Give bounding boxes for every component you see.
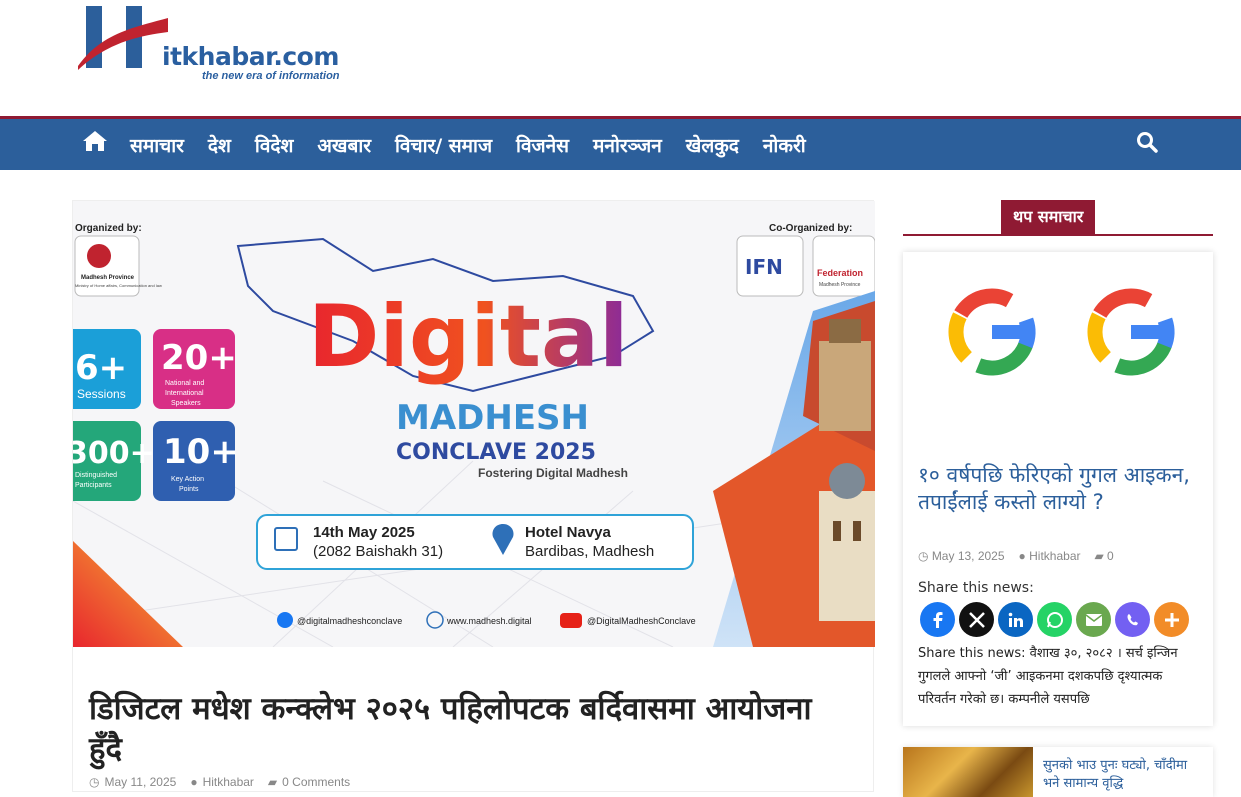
viber-icon bbox=[1127, 613, 1138, 625]
related-news-item[interactable]: सुनको भाउ पुनः घट्यो, चाँदीमा भने सामान्… bbox=[903, 747, 1213, 797]
site-header: itkhabar.com the new era of information bbox=[0, 0, 1241, 118]
svg-text:Madhesh Province: Madhesh Province bbox=[81, 275, 135, 281]
svg-text:@DigitalMadheshConclave: @DigitalMadheshConclave bbox=[587, 616, 696, 626]
nav-item-jobs[interactable]: नोकरी bbox=[763, 132, 806, 158]
nav-item-opinion[interactable]: विचार/ समाज bbox=[395, 132, 492, 158]
sidebar-heading: थप समाचार bbox=[1001, 200, 1096, 234]
x-share-button[interactable] bbox=[959, 602, 994, 637]
svg-text:Sessions: Sessions bbox=[77, 387, 126, 401]
card-excerpt: Share this news: वैशाख ३०, २०८२ । सर्च इ… bbox=[918, 646, 1178, 707]
viber-share-button[interactable] bbox=[1115, 602, 1150, 637]
nav-menu: समाचार देश विदेश अखबार विचार/ समाज विजने… bbox=[130, 119, 830, 170]
linkedin-share-button[interactable] bbox=[998, 602, 1033, 637]
svg-text:www.madhesh.digital: www.madhesh.digital bbox=[446, 616, 532, 626]
logo-h-mark bbox=[78, 6, 168, 70]
article-date: ◷ May 11, 2025 bbox=[89, 775, 177, 789]
x-icon bbox=[968, 611, 985, 628]
home-icon[interactable] bbox=[82, 129, 110, 155]
conclave-banner: Digital MADHESH CONCLAVE 2025 Fostering … bbox=[73, 223, 875, 647]
comment-icon: ▰ bbox=[267, 775, 278, 789]
svg-text:Speakers: Speakers bbox=[171, 400, 201, 407]
svg-text:MADHESH: MADHESH bbox=[396, 398, 589, 438]
stat-label-speakers: National and bbox=[165, 380, 204, 387]
svg-text:6+: 6+ bbox=[75, 348, 127, 388]
svg-text:CONCLAVE 2025: CONCLAVE 2025 bbox=[396, 440, 596, 465]
card-date: ◷ May 13, 2025 bbox=[918, 549, 1005, 563]
related-news-title[interactable]: सुनको भाउ पुनः घट्यो, चाँदीमा भने सामान्… bbox=[1043, 757, 1203, 793]
whatsapp-share-button[interactable] bbox=[1037, 602, 1072, 637]
share-buttons bbox=[920, 602, 1189, 637]
svg-text:Distinguished: Distinguished bbox=[75, 472, 117, 479]
svg-text:Fostering Digital Madhesh: Fostering Digital Madhesh bbox=[478, 466, 628, 480]
svg-text:300+: 300+ bbox=[73, 436, 155, 471]
nav-item-entertainment[interactable]: मनोरञ्जन bbox=[593, 132, 662, 158]
card-comments[interactable]: ▰ 0 bbox=[1094, 549, 1113, 563]
plus-icon bbox=[1164, 612, 1179, 627]
card-title-link[interactable]: १० वर्षपछि फेरिएको गुगल आइकन, तपाईंलाई क… bbox=[918, 462, 1203, 516]
logo-text: itkhabar.com bbox=[162, 42, 339, 71]
card-author[interactable]: ● Hitkhabar bbox=[1019, 549, 1081, 563]
svg-text:(2082 Baishakh 31): (2082 Baishakh 31) bbox=[313, 543, 443, 560]
svg-text:Bardibas, Madhesh: Bardibas, Madhesh bbox=[525, 543, 654, 560]
svg-text:Points: Points bbox=[179, 486, 199, 493]
svg-text:20+: 20+ bbox=[161, 338, 237, 378]
more-share-button[interactable] bbox=[1154, 602, 1189, 637]
featured-image[interactable]: Digital MADHESH CONCLAVE 2025 Fostering … bbox=[73, 201, 875, 647]
google-logo-image bbox=[903, 252, 1213, 452]
banner-headline: Digital bbox=[308, 287, 629, 387]
card-image[interactable] bbox=[903, 252, 1213, 452]
search-icon[interactable] bbox=[1136, 131, 1160, 155]
user-icon: ● bbox=[190, 775, 198, 789]
article-title: डिजिटल मधेश कन्क्लेभ २०२५ पहिलोपटक बर्दि… bbox=[89, 691, 812, 767]
gold-jewelry-thumbnail bbox=[903, 747, 1033, 797]
nav-item-news[interactable]: समाचार bbox=[130, 132, 184, 158]
whatsapp-icon bbox=[1046, 611, 1063, 628]
svg-text:14th May 2025: 14th May 2025 bbox=[313, 524, 415, 541]
nav-item-business[interactable]: विजनेस bbox=[516, 132, 569, 158]
facebook-icon bbox=[933, 611, 942, 628]
nav-item-newspaper[interactable]: अखबार bbox=[317, 132, 371, 158]
main-article: Digital MADHESH CONCLAVE 2025 Fostering … bbox=[72, 200, 875, 792]
nav-item-world[interactable]: विदेश bbox=[255, 132, 294, 158]
card-meta: ◷ May 13, 2025 ● Hitkhabar ▰ 0 bbox=[918, 549, 1114, 563]
main-navbar: समाचार देश विदेश अखबार विचार/ समाज विजने… bbox=[0, 116, 1241, 170]
email-share-button[interactable] bbox=[1076, 602, 1111, 637]
sidebar-heading-line bbox=[903, 234, 1213, 236]
facebook-share-button[interactable] bbox=[920, 602, 955, 637]
article-comments[interactable]: ▰ 0 Comments bbox=[268, 775, 350, 789]
nav-item-country[interactable]: देश bbox=[208, 132, 231, 158]
svg-text:Federation: Federation bbox=[817, 268, 863, 278]
site-logo[interactable]: itkhabar.com the new era of information bbox=[76, 4, 356, 88]
svg-text:Organized by:: Organized by: bbox=[75, 223, 142, 234]
svg-text:Key Action: Key Action bbox=[171, 476, 204, 483]
svg-text:Participants: Participants bbox=[75, 482, 112, 489]
svg-text:Ministry of Home affairs, Comm: Ministry of Home affairs, Communication … bbox=[75, 283, 162, 288]
article-meta: ◷ May 11, 2025 ● Hitkhabar ▰ 0 Comments bbox=[89, 775, 350, 789]
svg-text:10+: 10+ bbox=[163, 432, 239, 472]
clock-icon: ◷ bbox=[89, 775, 100, 789]
share-label: Share this news: bbox=[918, 580, 1034, 596]
news-card: १० वर्षपछि फेरिएको गुगल आइकन, तपाईंलाई क… bbox=[903, 252, 1213, 726]
article-author[interactable]: ● Hitkhabar bbox=[190, 775, 254, 789]
svg-text:IFN: IFN bbox=[745, 255, 783, 279]
svg-text:@digitalmadheshconclave: @digitalmadheshconclave bbox=[297, 616, 402, 626]
linkedin-icon bbox=[1008, 612, 1023, 627]
email-icon bbox=[1085, 613, 1102, 626]
nav-item-sports[interactable]: खेलकुद bbox=[686, 132, 739, 158]
logo-tagline: the new era of information bbox=[202, 70, 340, 82]
svg-text:Co-Organized by:: Co-Organized by: bbox=[769, 223, 852, 234]
svg-text:Hotel Navya: Hotel Navya bbox=[525, 524, 612, 541]
svg-text:International: International bbox=[165, 390, 204, 397]
svg-text:Madhesh Province: Madhesh Province bbox=[819, 282, 861, 288]
